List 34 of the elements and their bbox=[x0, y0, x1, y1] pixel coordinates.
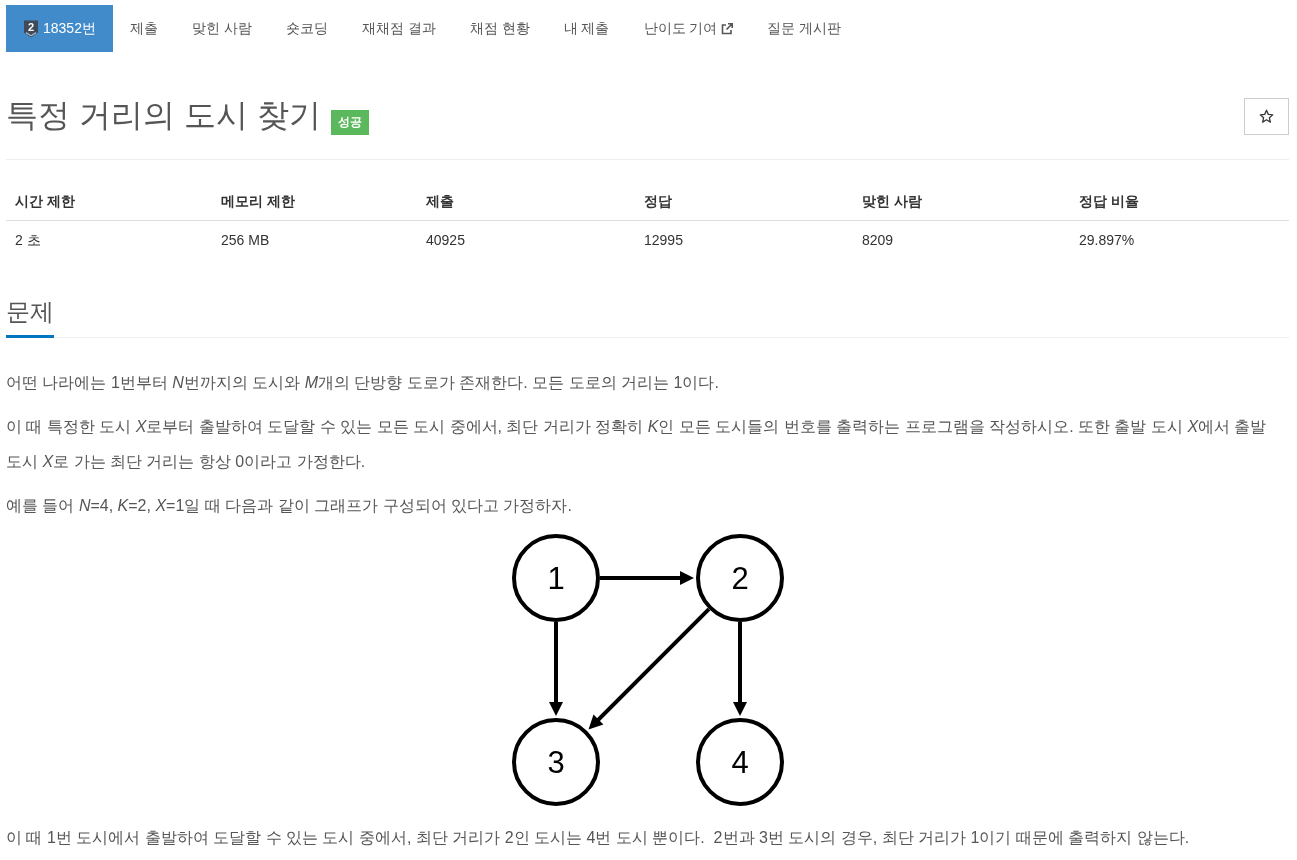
table-header: 맞힌 사람 bbox=[853, 186, 1070, 221]
problem-title: 특정 거리의 도시 찾기 bbox=[6, 97, 321, 133]
table-cell: 40925 bbox=[417, 220, 635, 259]
nav-tab[interactable]: 맞힌 사람 bbox=[174, 5, 269, 52]
graph-node: 2 bbox=[695, 534, 784, 622]
table-cell: 2 초 bbox=[6, 220, 212, 259]
nav-tab[interactable]: 제출 bbox=[112, 5, 175, 52]
nav-tab[interactable]: 질문 게시판 bbox=[750, 5, 859, 52]
problem-paragraph: 이 때 1번 도시에서 출발하여 도달할 수 있는 도시 중에서, 최단 거리가 2인 도시는 4번 도시 뿐이다. 2번과 3번 도시의 경우, 최단 거리가 1이기 때문에 출력하지 않는다. bbox=[6, 828, 1191, 848]
table-cell: 12995 bbox=[635, 220, 853, 259]
problem-paragraph: 예를 들어 N=4, K=2, X=1일 때 다음과 같이 그래프가 구성되어 있다고 가정하자. bbox=[6, 496, 573, 516]
star-button[interactable] bbox=[1244, 97, 1289, 135]
problem-paragraph: 어떤 나라에는 1번부터 N번까지의 도시와 M개의 단방향 도로가 존재한다. 모든 도로의 거리는 1이다. bbox=[6, 373, 720, 393]
graph-node: 1 bbox=[511, 534, 600, 622]
nav-tab[interactable]: 숏코딩 bbox=[268, 5, 345, 52]
graph-node: 3 bbox=[511, 718, 600, 806]
section-heading: 문제 bbox=[6, 299, 54, 338]
result-badge: 성공 bbox=[330, 110, 369, 135]
nav-tab[interactable]: 내 제출 bbox=[546, 5, 627, 52]
graph-node: 4 bbox=[695, 718, 784, 806]
table-header: 정답 bbox=[635, 186, 853, 221]
table-cell: 29.897% bbox=[1070, 220, 1289, 259]
nav-tab[interactable]: 2 18352번 bbox=[6, 5, 113, 52]
table-header: 시간 제한 bbox=[6, 186, 212, 221]
nav-tab[interactable]: 재채점 결과 bbox=[344, 5, 453, 52]
nav-tab[interactable]: 난이도 기여 bbox=[626, 5, 751, 52]
table-header: 메모리 제한 bbox=[212, 186, 417, 221]
table-cell: 256 MB bbox=[212, 220, 417, 259]
table-header: 제출 bbox=[417, 186, 635, 221]
table-cell: 8209 bbox=[853, 220, 1070, 259]
table-header: 정답 비율 bbox=[1070, 186, 1289, 221]
problem-paragraph: 이 때 특정한 도시 X로부터 출발하여 도달할 수 있는 모든 도시 중에서, 최단 거리가 정확히 K인 모든 도시들의 번호를 출력하는 프로그램을 작성하시오. 또한 출발 도시 X에서 출발 도시 X로 가는 최단 거리는 항상 0이라고 가정한다. bbox=[6, 417, 1268, 472]
shield-icon: 2 bbox=[23, 19, 39, 38]
nav-tab[interactable]: 채점 현황 bbox=[452, 5, 547, 52]
